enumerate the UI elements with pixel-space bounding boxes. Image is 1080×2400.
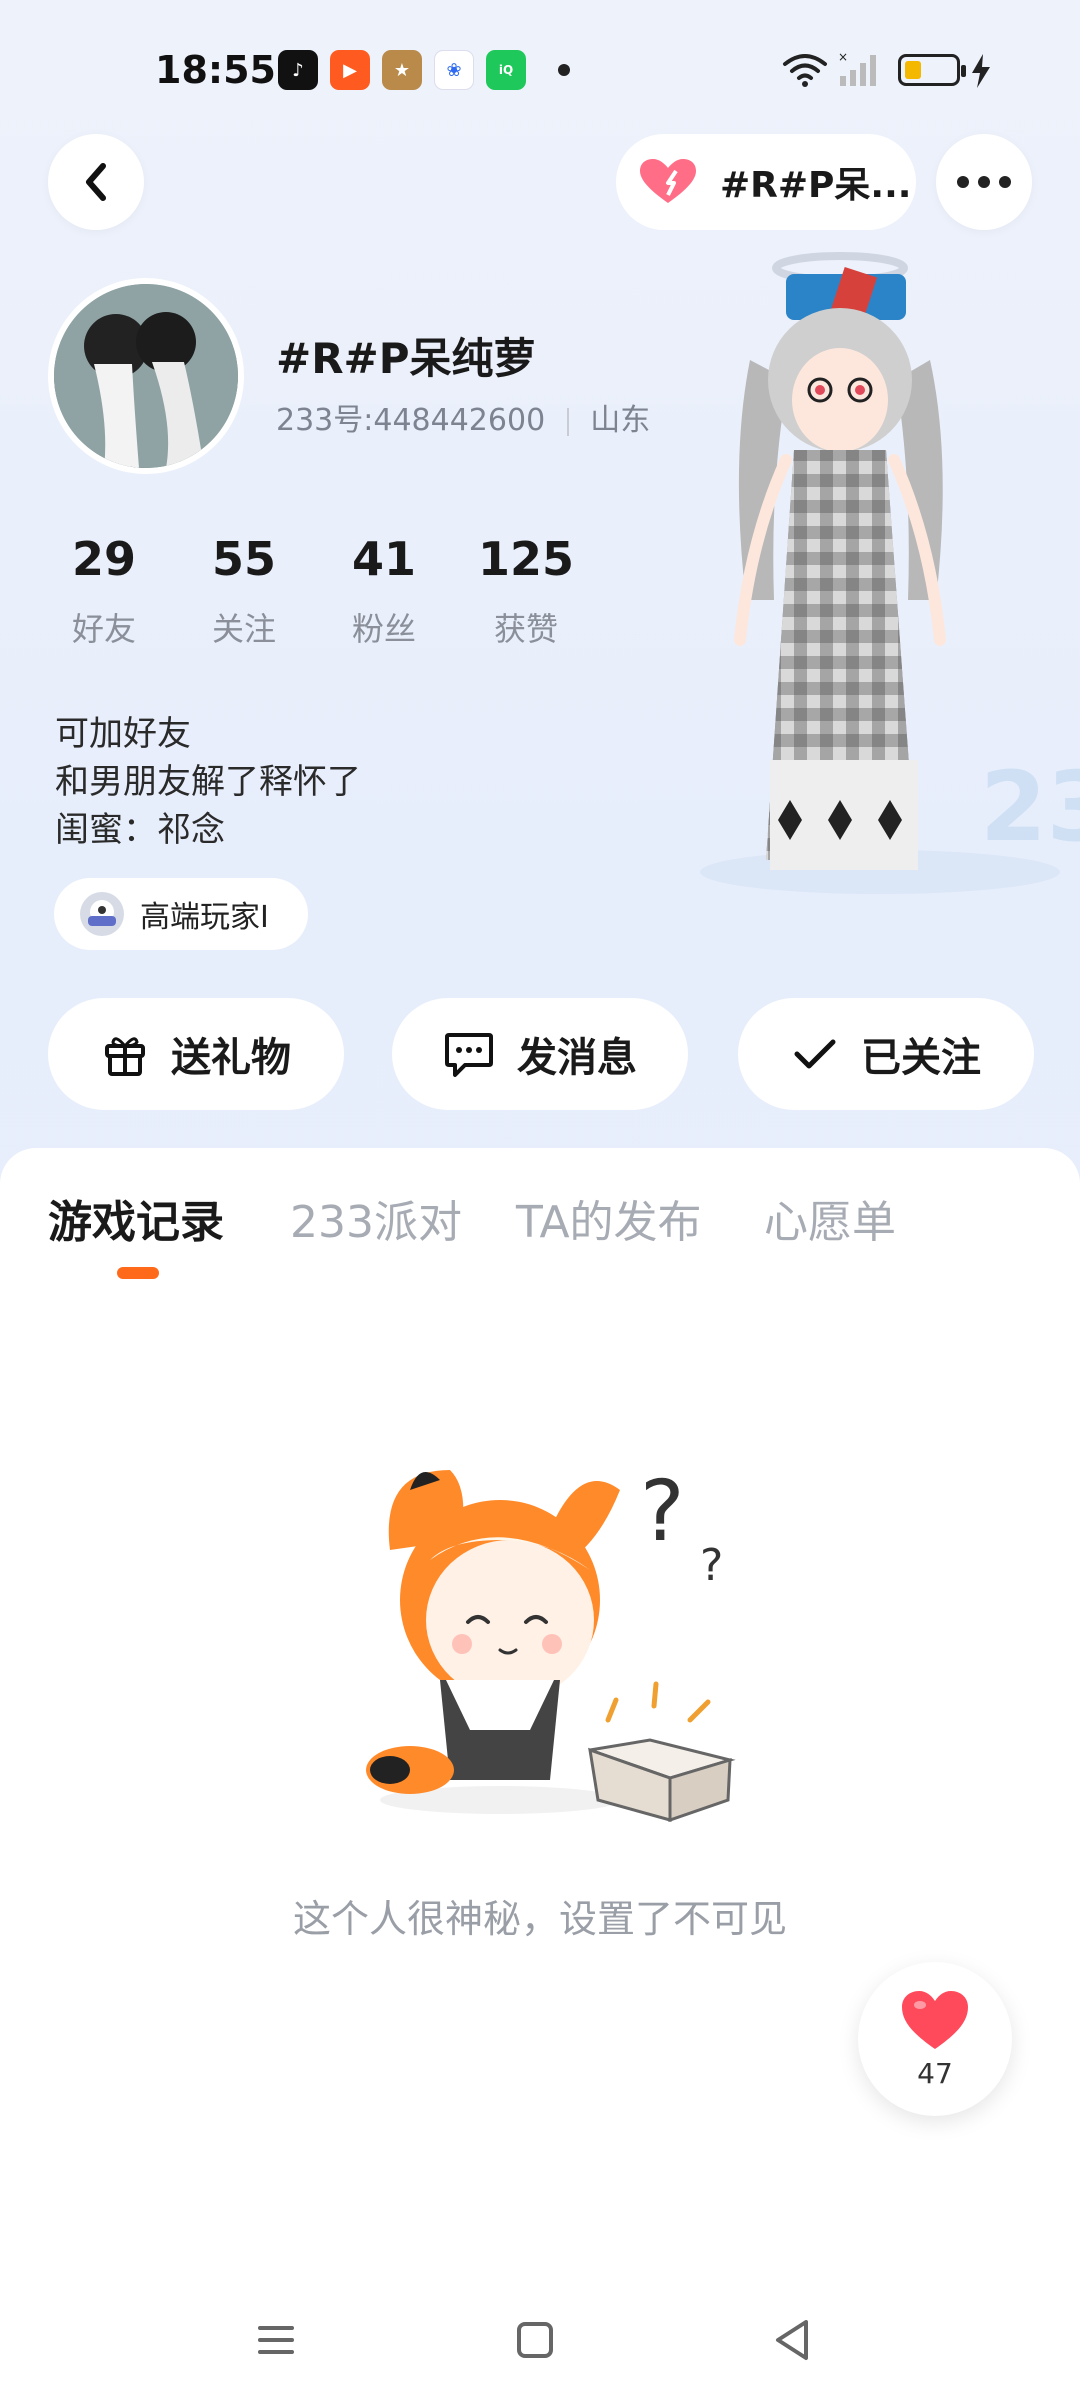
user-id: 233号:448442600 山东 <box>276 395 650 439</box>
back-triangle-icon[interactable] <box>772 2318 812 2362</box>
charging-icon <box>972 54 990 88</box>
status-time: 18:55 <box>155 48 276 92</box>
tiktok-icon: ♪ <box>278 50 318 90</box>
wifi-icon <box>783 54 827 87</box>
stat-followers[interactable]: 41 粉丝 <box>314 532 454 650</box>
bio-line: 和男朋友解了释怀了 <box>55 762 361 802</box>
empty-state-illustration: ? ? <box>350 1430 770 1830</box>
stat-friends[interactable]: 29 好友 <box>34 532 174 650</box>
check-icon <box>794 1039 836 1069</box>
nickname: #R#P呆纯萝 <box>276 334 536 383</box>
profile-name-pill[interactable]: #R#P呆... <box>616 134 916 230</box>
send-message-label: 发消息 <box>517 1035 637 1081</box>
player-badge[interactable]: 高端玩家I <box>54 878 308 950</box>
chevron-left-icon <box>86 163 106 201</box>
tab-ta-posts[interactable]: TA的发布 <box>516 1186 702 1250</box>
tab-game-records[interactable]: 游戏记录 <box>48 1186 224 1250</box>
pill-name: #R#P呆... <box>720 165 912 206</box>
followed-button[interactable]: 已关注 <box>738 998 1034 1110</box>
question-mark-small-icon: ? <box>700 1540 723 1591</box>
battery-icon <box>898 54 966 86</box>
stat-label: 获赞 <box>493 610 558 648</box>
stat-label: 粉丝 <box>351 610 416 648</box>
stat-value: 29 <box>71 532 136 586</box>
system-navigation-bar <box>0 2300 1080 2400</box>
badge-icon <box>80 892 124 936</box>
followed-label: 已关注 <box>861 1035 981 1081</box>
stat-label: 好友 <box>71 610 136 648</box>
svg-text:×: × <box>838 50 848 64</box>
stat-value: 125 <box>477 532 575 586</box>
divider <box>566 407 569 436</box>
baidu-icon: ❀ <box>434 50 474 90</box>
more-dots-icon <box>957 176 1011 188</box>
tab-indicator <box>117 1267 159 1279</box>
heart-double-icon <box>640 159 696 203</box>
stat-likes[interactable]: 125 获赞 <box>456 532 596 650</box>
iqiyi-icon: iQ <box>486 50 526 90</box>
send-message-button[interactable]: 发消息 <box>392 998 688 1110</box>
heart-icon <box>902 1990 968 2049</box>
back-button[interactable] <box>48 134 144 230</box>
signal-icon: × <box>838 50 876 86</box>
send-gift-button[interactable]: 送礼物 <box>48 998 344 1110</box>
send-gift-label: 送礼物 <box>171 1035 291 1081</box>
uid-text: 233号:448442600 <box>276 403 546 438</box>
stat-value: 55 <box>211 532 276 586</box>
message-icon <box>445 1033 493 1077</box>
question-mark-icon: ? <box>640 1462 685 1560</box>
kuaishou-icon: ▶ <box>330 50 370 90</box>
gift-icon <box>105 1037 145 1076</box>
tab-233-party[interactable]: 233派对 <box>290 1186 462 1250</box>
stat-label: 关注 <box>211 610 276 648</box>
avatar-photo <box>54 284 238 468</box>
like-count: 47 <box>917 2056 953 2090</box>
tab-wishlist[interactable]: 心愿单 <box>764 1186 896 1250</box>
location-text: 山东 <box>590 403 651 438</box>
watermark-233: 233 <box>980 751 1080 863</box>
bio-line: 可加好友 <box>55 714 191 754</box>
more-button[interactable] <box>936 134 1032 230</box>
more-notifications-icon <box>558 64 570 76</box>
status-bar: 18:55 ♪ ▶ ★ ❀ iQ × <box>0 0 1080 140</box>
empty-state-text: 这个人很神秘，设置了不可见 <box>292 1897 787 1941</box>
avatar[interactable] <box>48 278 244 474</box>
stat-value: 41 <box>351 532 416 586</box>
stat-following[interactable]: 55 关注 <box>174 532 314 650</box>
avatar-3d-illustration: 233 <box>700 252 1080 894</box>
home-icon[interactable] <box>515 2320 555 2360</box>
bio-line: 闺蜜：祁念 <box>55 810 225 850</box>
avatar-3d-figure[interactable]: 233 <box>690 240 1080 900</box>
badge-label: 高端玩家I <box>140 900 269 935</box>
like-button[interactable]: 47 <box>858 1962 1012 2116</box>
menu-icon[interactable] <box>256 2320 296 2360</box>
mascot-confused-illustration: ? ? <box>366 1462 736 1823</box>
game-icon: ★ <box>382 50 422 90</box>
